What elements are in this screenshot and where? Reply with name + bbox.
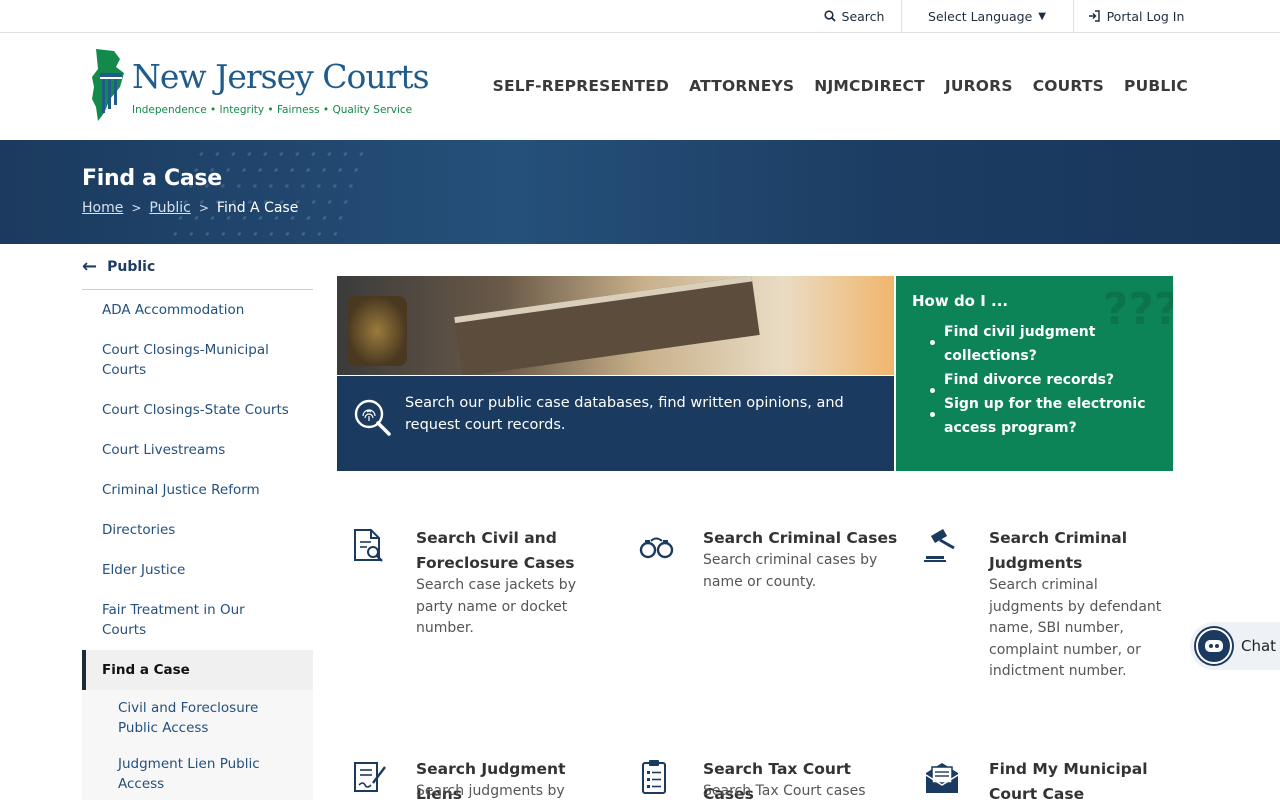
breadcrumb-home[interactable]: Home (82, 200, 123, 216)
sidebar-item-closings-state[interactable]: Court Closings-State Courts (82, 390, 313, 430)
envelope-letter-icon (925, 763, 959, 793)
card-title: Search Criminal Judgments (989, 529, 1128, 572)
how-do-i-title: How do I ... (912, 292, 1009, 310)
arrow-left-icon: ← (82, 256, 98, 277)
chevron-down-icon: ▼ (1038, 10, 1046, 22)
chatbot-icon (1196, 628, 1232, 664)
nav-courts[interactable]: COURTS (1033, 77, 1104, 95)
sidebar-item-fair-treatment[interactable]: Fair Treatment in Our Courts (82, 590, 313, 650)
utility-search-label: Search (841, 8, 885, 24)
sidebar-item-criminal-justice-reform[interactable]: Criminal Justice Reform (82, 470, 313, 510)
card-description: Search judgments by (416, 783, 565, 799)
portal-login-label: Portal Log In (1106, 8, 1185, 24)
chat-label: Chat (1241, 637, 1277, 655)
nav-self-represented[interactable]: SELF-REPRESENTED (493, 77, 670, 95)
breadcrumb-current: Find A Case (216, 200, 299, 216)
flag-background (158, 140, 372, 244)
sidebar-item-elder-justice[interactable]: Elder Justice (82, 550, 313, 590)
chat-button[interactable]: Chat (1190, 622, 1280, 670)
search-icon (823, 10, 836, 22)
card-title: Search Criminal Cases (703, 529, 898, 547)
sidebar-item-ada[interactable]: ADA Accommodation (82, 290, 313, 330)
main-navigation: SELF-REPRESENTED ATTORNEYS NJMCDIRECT JU… (493, 77, 1188, 95)
hero-description: Search our public case databases, find w… (405, 395, 844, 433)
nav-njmcdirect[interactable]: NJMCDIRECT (814, 77, 925, 95)
sign-in-icon (1088, 10, 1100, 22)
fingerprint-search-icon (354, 399, 391, 436)
site-header: New Jersey Courts Independence • Integri… (0, 33, 1280, 140)
handcuffs-icon (639, 537, 674, 559)
site-logo[interactable]: New Jersey Courts Independence • Integri… (90, 47, 430, 125)
sidebar-list: ADA Accommodation Court Closings-Municip… (82, 290, 313, 800)
sidebar-subitem-civil-foreclosure[interactable]: Civil and Foreclosure Public Access (82, 690, 313, 746)
sidebar-subitem-judgment-lien[interactable]: Judgment Lien Public Access (82, 746, 313, 800)
how-do-i-list: Find civil judgment collections? Find di… (928, 320, 1160, 440)
breadcrumb: Home > Public > Find A Case (82, 200, 298, 216)
page-banner: Find a Case Home > Public > Find A Case (0, 140, 1280, 244)
nav-attorneys[interactable]: ATTORNEYS (689, 77, 794, 95)
howdo-link-civil-judgment[interactable]: Find civil judgment collections? (928, 320, 1160, 368)
card-description: Search criminal judgments by defendant n… (989, 577, 1162, 679)
nav-public[interactable]: PUBLIC (1124, 77, 1188, 95)
card-description: Search criminal cases by name or county. (703, 552, 878, 590)
nj-state-column-logo-icon (92, 49, 124, 121)
document-search-icon (354, 529, 383, 562)
howdo-link-divorce-records[interactable]: Find divorce records? (928, 368, 1160, 404)
sidebar-item-directories[interactable]: Directories (82, 510, 313, 550)
sidebar-item-livestreams[interactable]: Court Livestreams (82, 430, 313, 470)
logo-tagline: Independence • Integrity • Fairness • Qu… (132, 104, 413, 116)
chevron-right-icon: > (131, 201, 142, 215)
book-photo (454, 276, 760, 375)
card-description: Search Tax Court cases (703, 783, 866, 799)
signed-document-icon (354, 762, 386, 792)
page-title: Find a Case (82, 166, 222, 191)
how-do-i-panel: ??? How do I ... Find civil judgment col… (896, 276, 1173, 471)
hero-image (337, 276, 894, 375)
utility-bar: Search Select Language ▼ Portal Log In (0, 0, 1280, 33)
portal-login-link[interactable]: Portal Log In (1073, 0, 1198, 32)
chevron-right-icon: > (198, 201, 209, 215)
hero-description-panel: Search our public case databases, find w… (337, 376, 894, 471)
language-select[interactable]: Select Language ▼ (901, 0, 1072, 32)
sidebar-item-find-a-case[interactable]: Find a Case (82, 650, 313, 690)
sidebar-item-closings-municipal[interactable]: Court Closings-Municipal Courts (82, 330, 313, 390)
clipboard-checklist-icon (642, 760, 666, 794)
sidebar: ← Public ADA Accommodation Court Closing… (82, 244, 313, 800)
card-title: Search Civil and Foreclosure Cases (416, 529, 575, 572)
sidebar-back-link[interactable]: ← Public (82, 244, 313, 290)
card-title: Find My Municipal Court Case (989, 760, 1148, 800)
logo-title: New Jersey Courts (132, 57, 430, 96)
utility-search-link[interactable]: Search (808, 0, 900, 32)
language-select-label: Select Language (928, 8, 1033, 24)
sidebar-back-label: Public (107, 258, 156, 275)
breadcrumb-public[interactable]: Public (149, 200, 190, 216)
howdo-link-electronic-access[interactable]: Sign up for the electronic access progra… (928, 392, 1160, 440)
gavel-photo (347, 296, 407, 366)
nav-jurors[interactable]: JURORS (945, 77, 1013, 95)
card-description: Search case jackets by party name or doc… (416, 577, 576, 636)
gavel-icon (924, 529, 955, 562)
